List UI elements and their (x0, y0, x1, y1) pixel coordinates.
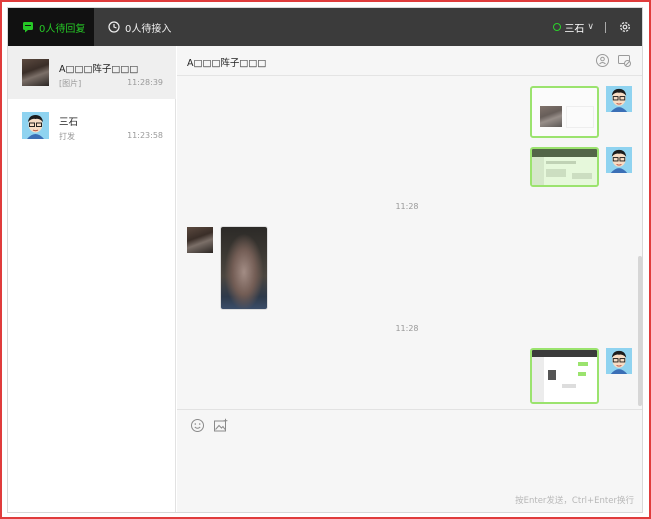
avatar (187, 227, 213, 253)
conversation-item[interactable]: 三石 打发 11:23:58 (8, 99, 176, 152)
smiley-icon[interactable] (190, 418, 205, 433)
tab-pending-reply-label: 0人待回复 (39, 23, 86, 35)
message-timestamp: 11:28 (395, 202, 419, 211)
user-status-menu[interactable]: 三石 ∨ (553, 8, 594, 46)
clock-icon (108, 21, 120, 33)
tab-pending-accept-label: 0人待接入 (125, 23, 172, 35)
conversation-name: 三石 (59, 117, 79, 128)
online-status-icon (553, 23, 562, 31)
image-icon[interactable] (213, 418, 228, 433)
outgoing-image-message[interactable] (530, 348, 599, 404)
conversation-time: 11:28:39 (127, 78, 163, 87)
customer-service-app: 0人待回复 0人待接入 三石 ∨ A□□□阵子□□□ [图片] 11:28:39 (7, 7, 643, 513)
avatar (606, 147, 632, 173)
person-transfer-icon[interactable] (595, 53, 610, 68)
message-composer[interactable]: 按Enter发送，Ctrl+Enter换行 (177, 409, 642, 512)
gear-icon[interactable] (618, 20, 632, 34)
outgoing-image-message[interactable] (530, 86, 599, 138)
conversation-list: A□□□阵子□□□ [图片] 11:28:39 三石 打发 11:23:58 (8, 46, 176, 512)
chat-bubble-icon (23, 22, 33, 33)
conversation-item[interactable]: A□□□阵子□□□ [图片] 11:28:39 (8, 46, 176, 99)
user-name: 三石 (564, 23, 585, 35)
chat-panel: A□□□阵子□□□ 11:28 11:28 按Enter发送，Ctrl+Ente… (177, 46, 642, 512)
chat-header: A□□□阵子□□□ (177, 46, 642, 76)
conversation-name: A□□□阵子□□□ (59, 64, 139, 75)
divider (605, 22, 606, 33)
avatar (22, 112, 49, 139)
chevron-down-icon: ∨ (587, 22, 594, 32)
avatar (606, 348, 632, 374)
avatar (22, 59, 49, 86)
conversation-time: 11:23:58 (127, 131, 163, 140)
conversation-preview: [图片] (59, 79, 82, 88)
chat-scrollbar[interactable] (638, 256, 642, 406)
incoming-image-message[interactable] (220, 226, 268, 310)
message-timestamp: 11:28 (395, 324, 419, 333)
chat-title: A□□□阵子□□□ (187, 58, 267, 69)
tab-pending-accept[interactable]: 0人待接入 (106, 8, 171, 46)
avatar (606, 86, 632, 112)
chat-off-icon[interactable] (617, 53, 632, 68)
top-bar: 0人待回复 0人待接入 三石 ∨ (8, 8, 642, 46)
input-hint: 按Enter发送，Ctrl+Enter换行 (515, 496, 634, 506)
tab-pending-reply[interactable]: 0人待回复 (8, 8, 94, 46)
conversation-preview: 打发 (59, 132, 75, 141)
outgoing-image-message[interactable] (530, 147, 599, 187)
